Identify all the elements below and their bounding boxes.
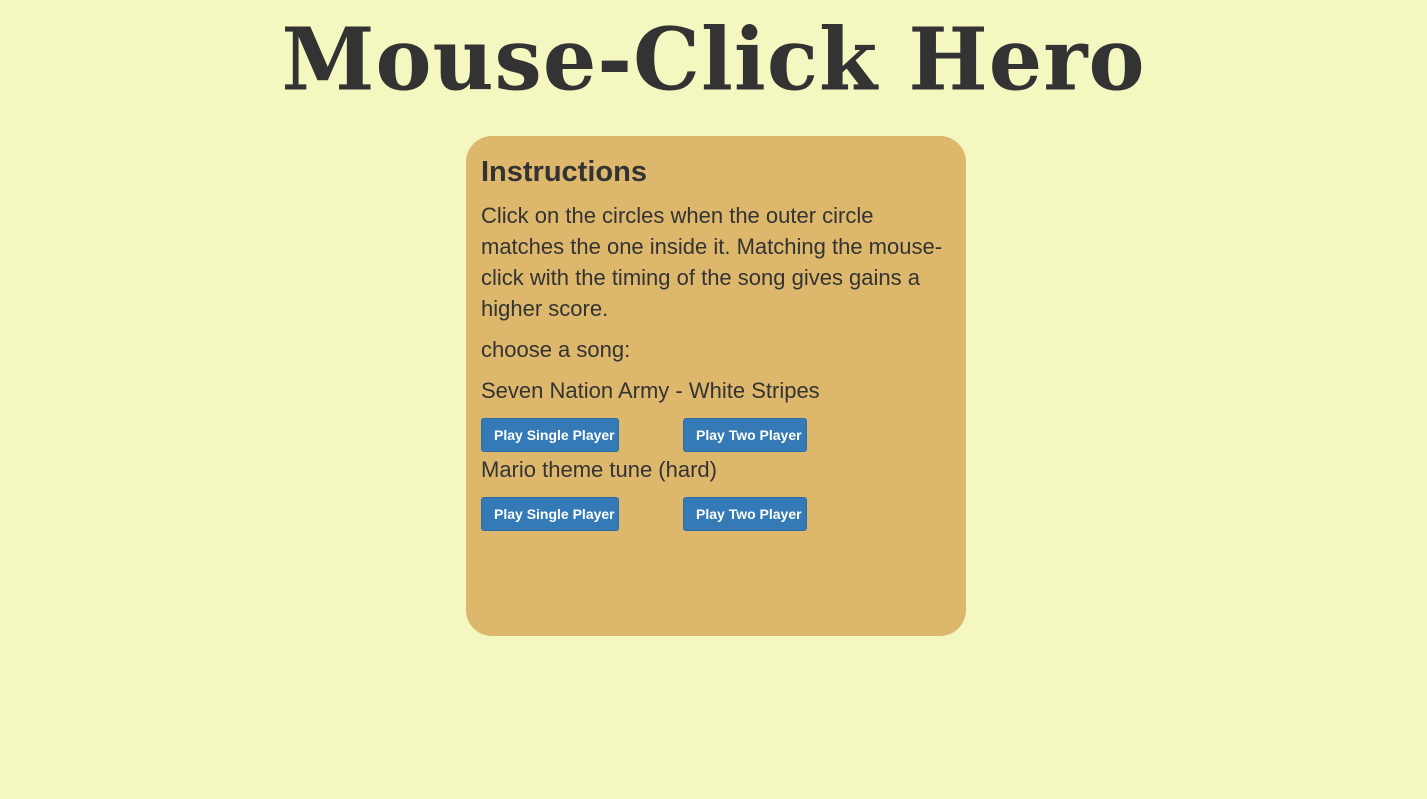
song-item: Mario theme tune (hard) Play Single Play…: [481, 454, 951, 531]
instructions-panel: Instructions Click on the circles when t…: [466, 136, 966, 636]
play-single-player-button[interactable]: Play Single Player: [481, 418, 619, 452]
play-two-player-button[interactable]: Play Two Player: [683, 497, 807, 531]
page-title: Mouse-Click Hero: [281, 9, 1146, 110]
song-buttons: Play Single Player Play Two Player: [481, 418, 951, 452]
instructions-text: Click on the circles when the outer circ…: [481, 203, 943, 321]
song-buttons: Play Single Player Play Two Player: [481, 497, 951, 531]
song-item: Seven Nation Army - White Stripes Play S…: [481, 375, 951, 452]
song-title: Mario theme tune (hard): [481, 457, 717, 482]
choose-song-label: choose a song:: [481, 337, 631, 362]
play-single-player-button[interactable]: Play Single Player: [481, 497, 619, 531]
instructions-heading: Instructions: [481, 156, 647, 188]
song-title: Seven Nation Army - White Stripes: [481, 378, 820, 403]
play-two-player-button[interactable]: Play Two Player: [683, 418, 807, 452]
